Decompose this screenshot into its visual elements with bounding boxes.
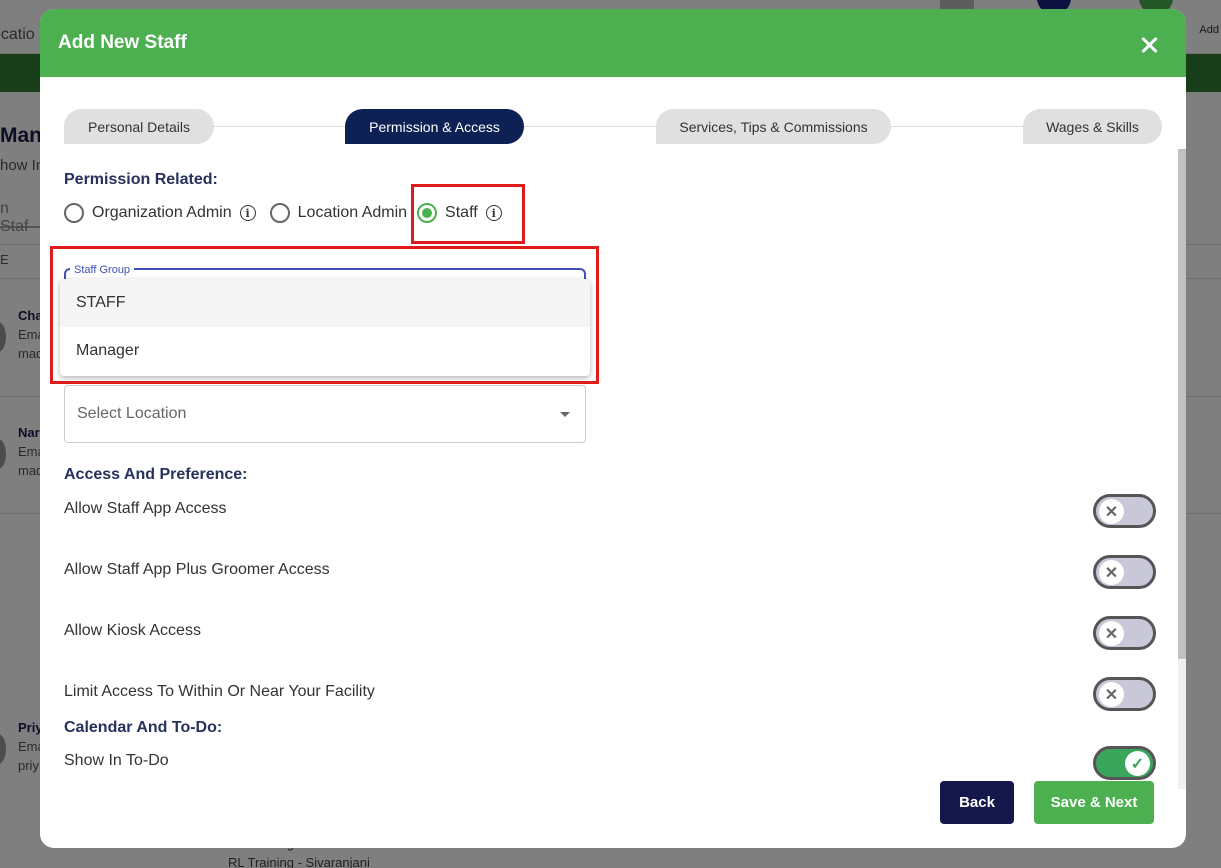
- toggle-limit-facility-access[interactable]: ✕: [1093, 677, 1156, 711]
- check-icon: ✓: [1125, 751, 1150, 776]
- radio-label: Location Admin: [297, 204, 408, 221]
- close-icon: ✕: [1099, 560, 1124, 585]
- radio-label: Organization Admin: [92, 204, 232, 221]
- add-staff-modal: Add New Staff Personal Details Permissio…: [40, 9, 1186, 848]
- tab-label: Personal Details: [88, 118, 190, 135]
- info-icon[interactable]: i: [239, 205, 256, 221]
- pref-label: Allow Staff App Access: [64, 500, 227, 517]
- radio-organization-admin[interactable]: [64, 203, 84, 223]
- close-icon: ✕: [1099, 682, 1124, 707]
- pref-label: Allow Staff App Plus Groomer Access: [64, 561, 330, 578]
- toggle-kiosk-access[interactable]: ✕: [1093, 616, 1156, 650]
- permission-heading: Permission Related:: [64, 171, 218, 188]
- calendar-heading: Calendar And To-Do:: [64, 719, 223, 736]
- toggle-staff-app-access[interactable]: ✕: [1093, 494, 1156, 528]
- scrollbar-thumb[interactable]: [1178, 149, 1186, 659]
- tab-label: Wages & Skills: [1046, 118, 1139, 135]
- pref-label: Allow Kiosk Access: [64, 622, 201, 639]
- tab-permission-access[interactable]: Permission & Access: [345, 109, 524, 144]
- highlight-box: [411, 184, 525, 244]
- modal-title: Add New Staff: [58, 32, 187, 53]
- tab-wages-skills[interactable]: Wages & Skills: [1023, 109, 1162, 144]
- modal-header: Add New Staff: [40, 9, 1186, 77]
- toggle-groomer-access[interactable]: ✕: [1093, 555, 1156, 589]
- tab-services-tips-commissions[interactable]: Services, Tips & Commissions: [656, 109, 891, 144]
- location-select[interactable]: Select Location: [64, 385, 586, 443]
- tab-label: Services, Tips & Commissions: [679, 118, 868, 135]
- toggle-show-in-todo[interactable]: ✓: [1093, 746, 1156, 780]
- stepper-line: [80, 126, 1160, 127]
- tab-personal-details[interactable]: Personal Details: [64, 109, 214, 144]
- location-placeholder: Select Location: [77, 405, 187, 422]
- highlight-box: [50, 246, 599, 384]
- close-icon[interactable]: [1140, 36, 1158, 54]
- close-icon: ✕: [1099, 499, 1124, 524]
- save-next-button[interactable]: Save & Next: [1034, 781, 1154, 824]
- access-heading: Access And Preference:: [64, 466, 248, 483]
- radio-location-admin[interactable]: [269, 203, 290, 223]
- chevron-down-icon: [560, 412, 570, 417]
- back-button[interactable]: Back: [940, 781, 1014, 824]
- pref-label: Show In To-Do: [64, 752, 169, 769]
- tab-label: Permission & Access: [369, 118, 500, 135]
- close-icon: ✕: [1099, 621, 1124, 646]
- pref-label: Limit Access To Within Or Near Your Faci…: [64, 683, 375, 700]
